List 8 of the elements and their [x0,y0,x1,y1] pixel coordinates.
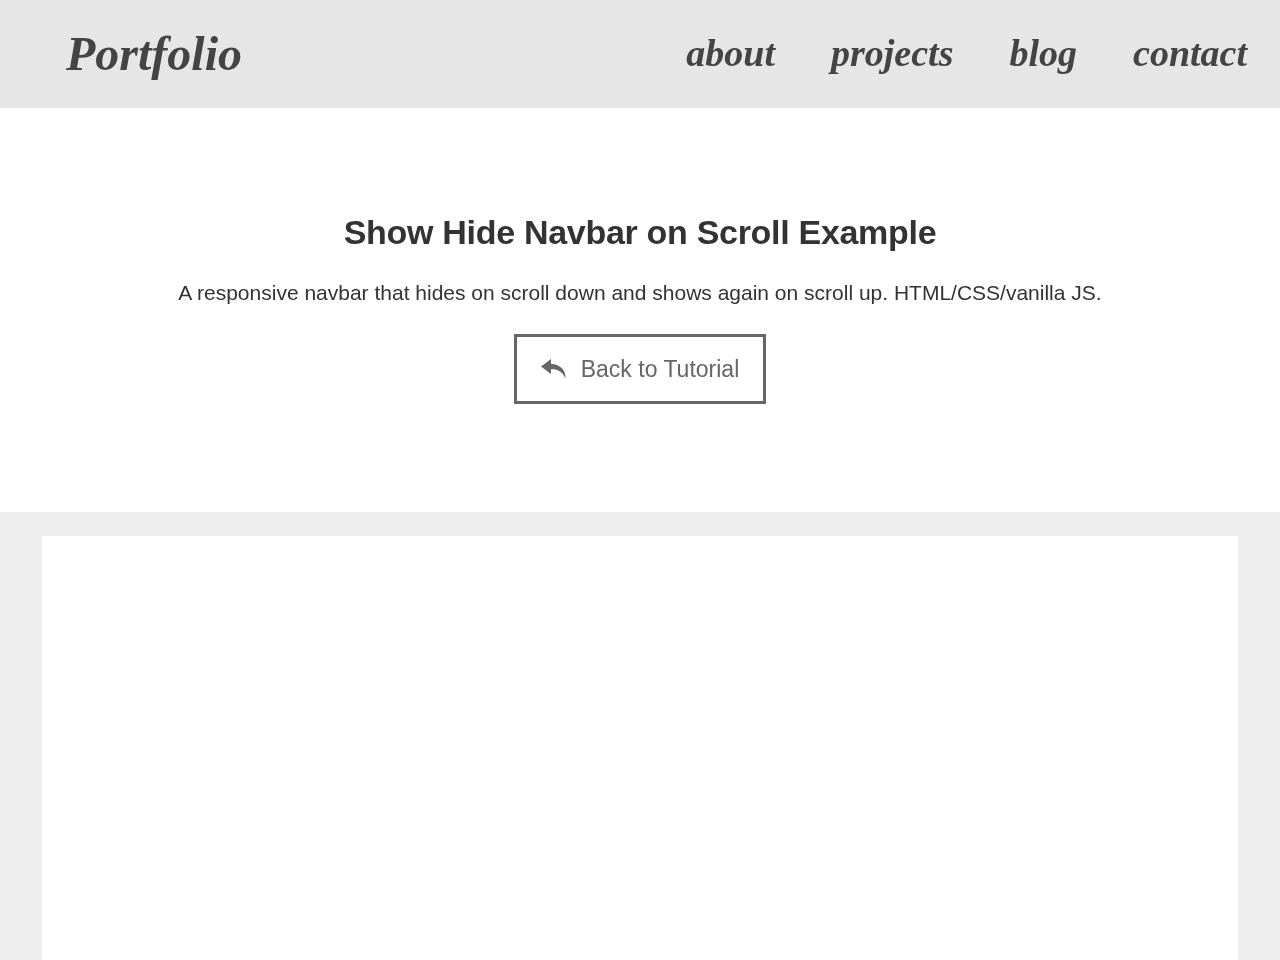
nav-link[interactable]: contact [1133,31,1247,77]
page-description: A responsive navbar that hides on scroll down and shows again on scroll up. HTML/CSS/vanilla JS. [178,279,1102,306]
nav-link[interactable]: blog [1009,31,1077,77]
reply-arrow-icon [540,359,567,380]
back-to-tutorial-button[interactable]: Back to Tutorial [513,334,767,405]
brand-logo[interactable]: Portfolio [66,25,242,83]
nav-link[interactable]: about [686,31,775,77]
page-title: Show Hide Navbar on Scroll Example [343,211,937,253]
